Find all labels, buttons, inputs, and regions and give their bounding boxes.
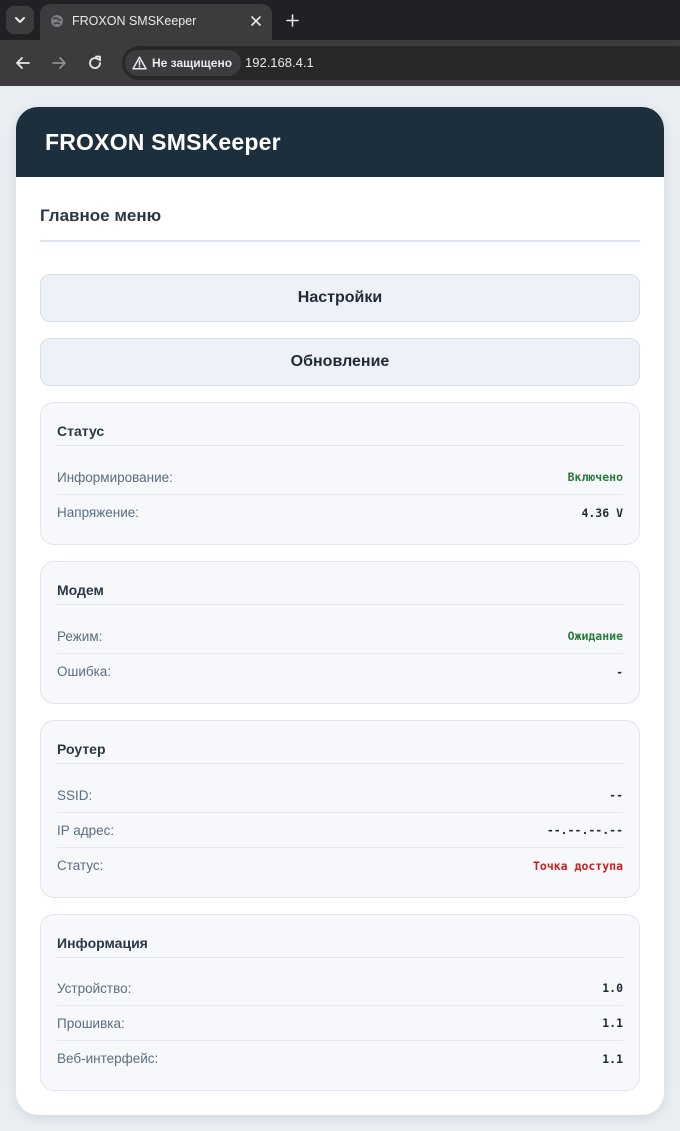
- row-label: Статус:: [57, 858, 104, 873]
- app-title: FROXON SMSKeeper: [45, 128, 281, 155]
- browser-tabstrip: FROXON SMSKeeper: [0, 0, 680, 40]
- reload-button[interactable]: [84, 52, 106, 74]
- row-value: Включено: [567, 470, 623, 484]
- status-panel: Статус Информирование: Включено Напряжен…: [40, 402, 640, 545]
- chevron-down-icon: [15, 17, 25, 23]
- modem-row-mode: Режим: Ожидание: [57, 619, 623, 654]
- row-label: Режим:: [57, 628, 103, 644]
- info-row-firmware: Прошивка: 1.1: [57, 1006, 623, 1041]
- security-indicator[interactable]: Не защищено: [125, 50, 242, 76]
- panel-title: Информация: [57, 935, 148, 951]
- plus-icon: [285, 13, 299, 27]
- browser-toolbar: Не защищено 192.168.4.1: [0, 40, 680, 86]
- close-icon: [251, 16, 261, 26]
- url-text[interactable]: 192.168.4.1: [245, 55, 314, 70]
- panel-title: Статус: [57, 423, 105, 439]
- status-row-notifications: Информирование: Включено: [57, 460, 623, 495]
- row-label: Ошибка:: [57, 664, 112, 679]
- settings-button[interactable]: Настройки: [40, 274, 640, 322]
- row-value: Ожидание: [567, 629, 623, 643]
- row-label: IP адрес:: [57, 822, 115, 838]
- row-label: Веб-интерфейс:: [57, 1051, 159, 1066]
- row-label: Напряжение:: [57, 505, 140, 520]
- main-card: FROXON SMSKeeper Главное меню Настройки …: [16, 107, 664, 1115]
- forward-button[interactable]: [48, 52, 70, 74]
- app-header: FROXON SMSKeeper: [16, 107, 664, 177]
- page-title: Главное меню: [40, 206, 162, 225]
- info-panel: Информация Устройство: 1.0 Прошивка: 1.1…: [40, 914, 640, 1091]
- tab-close-button[interactable]: [246, 11, 266, 31]
- panel-divider: [57, 445, 623, 446]
- row-label: Информирование:: [57, 469, 173, 485]
- status-row-voltage: Напряжение: 4.36 V: [57, 495, 623, 530]
- update-button[interactable]: Обновление: [40, 338, 640, 386]
- info-row-device: Устройство: 1.0: [57, 971, 623, 1006]
- row-value: -: [616, 664, 623, 679]
- router-row-ip: IP адрес: --.--.--.--: [57, 813, 623, 848]
- browser-tab-active[interactable]: FROXON SMSKeeper: [40, 4, 272, 40]
- panel-divider: [57, 957, 623, 958]
- arrow-left-icon: [16, 57, 30, 69]
- address-bar[interactable]: Не защищено 192.168.4.1: [122, 46, 680, 80]
- back-button[interactable]: [12, 52, 34, 74]
- panel-divider: [57, 763, 623, 764]
- panel-title: Роутер: [57, 741, 106, 757]
- warning-icon: [132, 56, 147, 70]
- modem-row-error: Ошибка: -: [57, 654, 623, 689]
- row-value: Точка доступа: [532, 858, 623, 873]
- router-row-ssid: SSID: --: [57, 778, 623, 813]
- router-row-status: Статус: Точка доступа: [57, 848, 623, 883]
- panel-title: Модем: [57, 582, 104, 598]
- row-label: Устройство:: [57, 980, 132, 996]
- info-row-web-interface: Веб-интерфейс: 1.1: [57, 1041, 623, 1076]
- panel-divider: [57, 604, 623, 605]
- globe-icon: [51, 15, 63, 27]
- row-value: 1.1: [602, 1051, 623, 1066]
- row-label: SSID:: [57, 787, 93, 803]
- new-tab-button[interactable]: [282, 10, 302, 30]
- tab-search-button[interactable]: [6, 6, 34, 34]
- modem-panel: Модем Режим: Ожидание Ошибка: -: [40, 561, 640, 704]
- arrow-right-icon: [52, 57, 66, 69]
- title-divider: [40, 240, 640, 242]
- reload-icon: [89, 55, 101, 69]
- security-label: Не защищено: [152, 56, 233, 70]
- row-value: --: [609, 788, 623, 802]
- row-value: 1.1: [602, 1016, 623, 1030]
- row-value: 1.0: [602, 981, 623, 995]
- row-value: --.--.--.--: [546, 823, 623, 837]
- row-value: 4.36 V: [581, 505, 623, 520]
- router-panel: Роутер SSID: -- IP адрес: --.--.--.-- Ст…: [40, 720, 640, 898]
- row-label: Прошивка:: [57, 1015, 125, 1031]
- tab-title: FROXON SMSKeeper: [72, 14, 197, 28]
